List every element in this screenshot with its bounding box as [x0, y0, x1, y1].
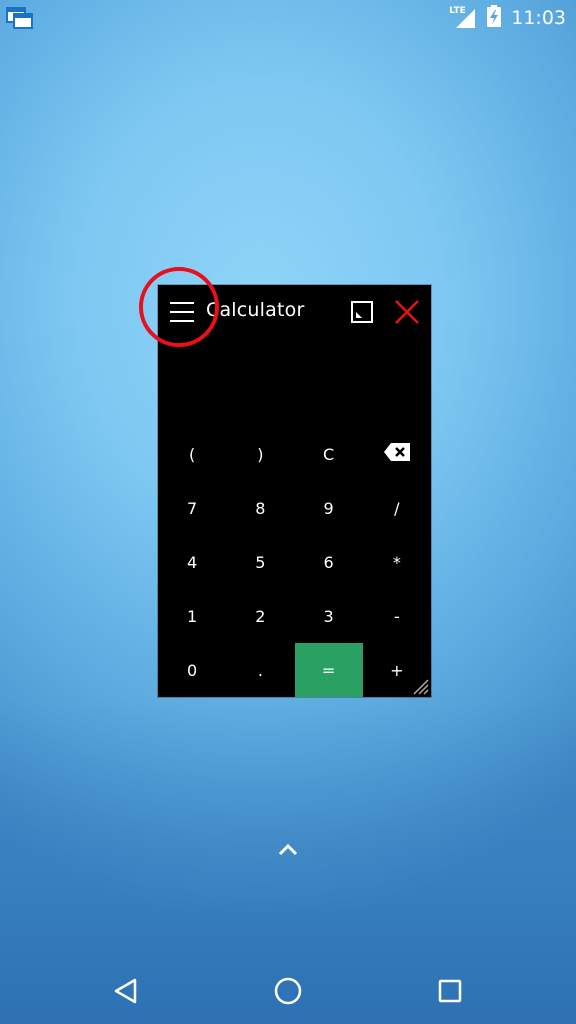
recents-square-icon[interactable] — [433, 974, 467, 1008]
window-titlebar[interactable]: Calculator — [158, 285, 431, 341]
close-icon[interactable] — [394, 299, 420, 325]
key-6[interactable]: 6 — [295, 535, 363, 589]
key-7[interactable]: 7 — [158, 481, 226, 535]
key-0[interactable]: 0 — [158, 643, 226, 697]
chevron-up-icon[interactable] — [276, 840, 300, 858]
battery-charging-icon — [487, 5, 502, 31]
key-clear[interactable]: C — [295, 427, 363, 481]
floating-window-app-icon — [6, 6, 34, 30]
key-9[interactable]: 9 — [295, 481, 363, 535]
backspace-icon — [383, 442, 411, 466]
back-triangle-icon[interactable] — [109, 974, 143, 1008]
key-equals[interactable]: = — [294, 643, 363, 697]
key-3[interactable]: 3 — [295, 589, 363, 643]
navigation-bar — [0, 958, 576, 1024]
status-time: 11:03 — [511, 7, 566, 29]
key-close-paren[interactable]: ) — [226, 427, 294, 481]
key-backspace[interactable] — [363, 427, 431, 481]
calculator-display — [158, 341, 431, 427]
status-bar: LTE 11:03 — [0, 0, 576, 36]
window-title: Calculator — [206, 299, 305, 321]
key-open-paren[interactable]: ( — [158, 427, 226, 481]
resize-grip-icon[interactable] — [411, 677, 429, 695]
key-decimal[interactable]: . — [226, 643, 294, 697]
key-divide[interactable]: / — [363, 481, 431, 535]
lte-signal-icon: LTE — [449, 6, 477, 29]
key-subtract[interactable]: - — [363, 589, 431, 643]
hamburger-menu-icon[interactable] — [168, 299, 196, 325]
maximize-icon[interactable] — [351, 301, 373, 323]
key-1[interactable]: 1 — [158, 589, 226, 643]
key-2[interactable]: 2 — [226, 589, 294, 643]
key-5[interactable]: 5 — [226, 535, 294, 589]
key-8[interactable]: 8 — [226, 481, 294, 535]
key-multiply[interactable]: * — [363, 535, 431, 589]
calculator-keypad: ( ) C 7 8 9 / 4 5 6 * 1 2 3 - 0 . = + — [158, 427, 431, 697]
calculator-window: Calculator ( ) C 7 8 9 / 4 5 6 * 1 2 3 -… — [158, 285, 431, 697]
home-circle-icon[interactable] — [271, 974, 305, 1008]
key-4[interactable]: 4 — [158, 535, 226, 589]
